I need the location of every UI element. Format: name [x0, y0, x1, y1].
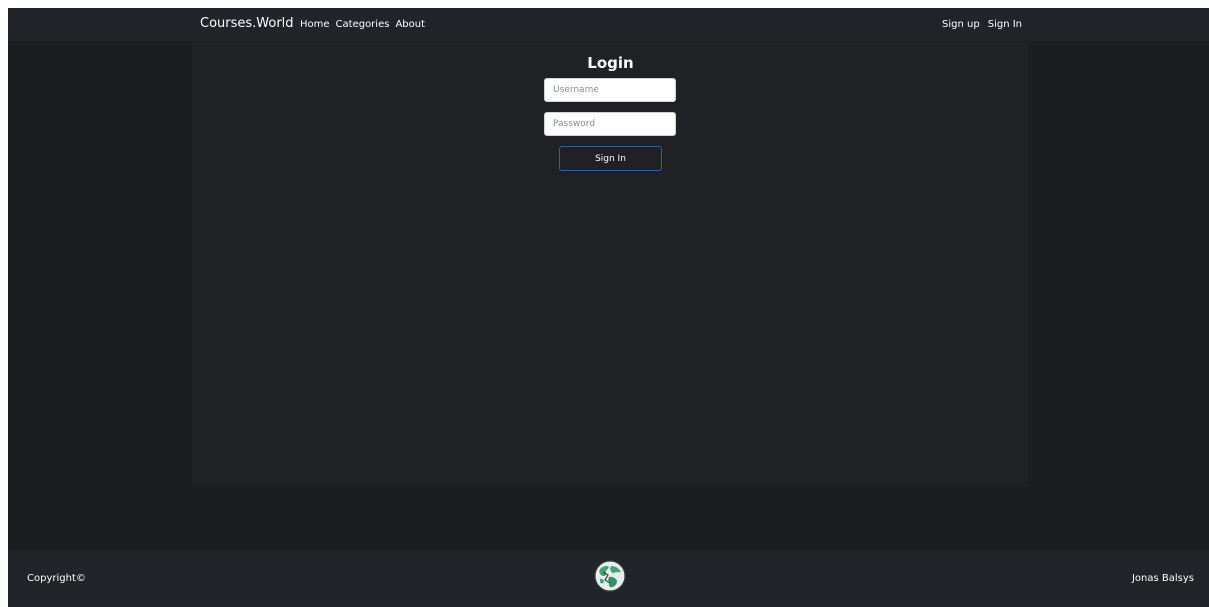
footer: Copyright© Jonas Balsys [8, 550, 1209, 607]
username-input[interactable] [544, 78, 676, 102]
nav-categories[interactable]: Categories [336, 18, 390, 31]
copyright-text: Copyright© [27, 573, 86, 584]
navbar: Courses.World Home Categories About Sign… [8, 8, 1209, 41]
author-text: Jonas Balsys [1131, 573, 1194, 584]
signin-button[interactable]: Sign In [559, 146, 662, 171]
signin-link[interactable]: Sign In [988, 18, 1022, 31]
brand-link[interactable]: Courses.World [200, 16, 294, 32]
page: Courses.World Home Categories About Sign… [8, 8, 1209, 607]
login-title: Login [587, 54, 634, 72]
signup-link[interactable]: Sign up [942, 18, 980, 31]
password-input[interactable] [544, 112, 676, 136]
globe-icon [594, 560, 626, 592]
nav-home[interactable]: Home [300, 18, 330, 31]
login-container: Login Sign In [192, 41, 1029, 486]
nav-about[interactable]: About [395, 18, 425, 31]
auth-links: Sign up Sign In [942, 18, 1022, 31]
nav-links: Home Categories About [300, 18, 425, 31]
